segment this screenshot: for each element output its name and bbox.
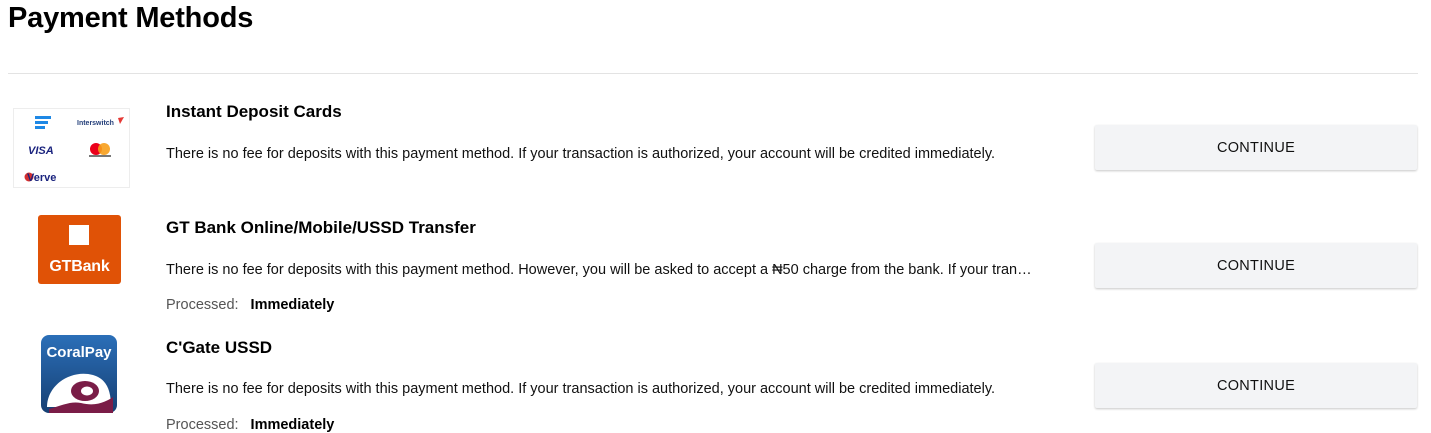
page-title: Payment Methods (8, 2, 254, 34)
method-description: There is no fee for deposits with this p… (166, 146, 996, 162)
processed-info: Processed: Immediately (166, 297, 334, 313)
method-title: GT Bank Online/Mobile/USSD Transfer (166, 218, 476, 237)
continue-button-instant-deposit-cards[interactable]: CONTINUE (1095, 125, 1417, 170)
instant-deposit-cards-logo: Interswitch VISA Verve (13, 108, 130, 188)
coralpay-logo-text: CoralPay (46, 344, 112, 361)
verve-logo-text: Verve (27, 172, 56, 184)
gtbank-logo-text: GTBank (49, 258, 110, 275)
method-title: C'Gate USSD (166, 338, 273, 357)
header-divider (8, 73, 1418, 74)
processed-value: Immediately (250, 417, 335, 433)
method-title: Instant Deposit Cards (166, 102, 342, 121)
processed-label: Processed: (166, 297, 239, 313)
method-description: There is no fee for deposits with this p… (166, 381, 996, 397)
coralpay-logo: CoralPay (41, 335, 117, 413)
continue-button-gtbank-transfer[interactable]: CONTINUE (1095, 243, 1417, 288)
interswitch-logo-text: Interswitch (77, 120, 114, 127)
continue-button-cgate-ussd[interactable]: CONTINUE (1095, 363, 1417, 408)
visa-logo-text: VISA (28, 145, 54, 157)
method-description: There is no fee for deposits with this p… (166, 262, 1036, 278)
processed-label: Processed: (166, 417, 239, 433)
processed-value: Immediately (250, 297, 335, 313)
processed-info: Processed: Immediately (166, 417, 334, 433)
gtbank-logo: GTBank (38, 215, 121, 284)
